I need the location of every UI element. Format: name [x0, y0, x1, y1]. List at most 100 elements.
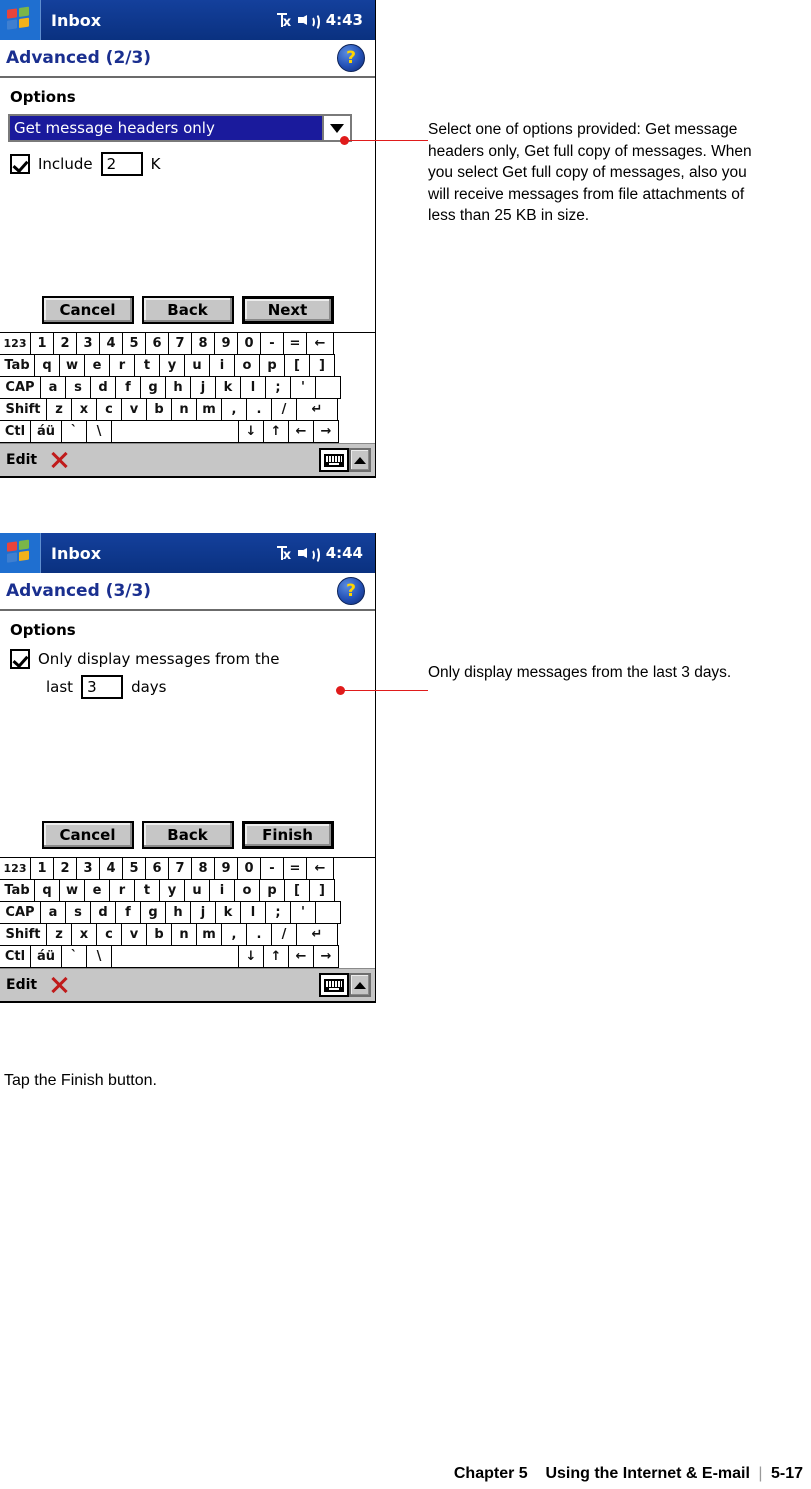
- key-a[interactable]: a: [40, 376, 66, 399]
- key-[interactable]: ': [290, 376, 316, 399]
- key-[interactable]: -: [260, 332, 284, 355]
- key-i[interactable]: i: [209, 879, 235, 902]
- key-p[interactable]: p: [259, 354, 285, 377]
- windows-logo-icon[interactable]: [0, 533, 40, 573]
- cancel-button[interactable]: Cancel: [41, 296, 134, 324]
- key-4[interactable]: 4: [99, 857, 123, 880]
- key-d[interactable]: d: [90, 901, 116, 924]
- key-l[interactable]: l: [240, 901, 266, 924]
- key-CAP[interactable]: CAP: [0, 901, 41, 924]
- windows-logo-icon[interactable]: [0, 0, 40, 40]
- key-j[interactable]: j: [190, 901, 216, 924]
- key-[interactable]: ': [290, 901, 316, 924]
- key-[interactable]: ↑: [263, 420, 289, 443]
- key-o[interactable]: o: [234, 354, 260, 377]
- edit-menu[interactable]: Edit: [6, 977, 37, 993]
- key-[interactable]: ↵: [296, 398, 338, 421]
- key-[interactable]: ↓: [238, 420, 264, 443]
- key-9[interactable]: 9: [214, 857, 238, 880]
- key-m[interactable]: m: [196, 923, 222, 946]
- key-k[interactable]: k: [215, 901, 241, 924]
- key-h[interactable]: h: [165, 376, 191, 399]
- key-[interactable]: [: [284, 879, 310, 902]
- key-5[interactable]: 5: [122, 332, 146, 355]
- key-l[interactable]: l: [240, 376, 266, 399]
- key-[interactable]: ←: [288, 420, 314, 443]
- key-Ctl[interactable]: Ctl: [0, 420, 31, 443]
- key-i[interactable]: i: [209, 354, 235, 377]
- key-[interactable]: -: [260, 857, 284, 880]
- key-m[interactable]: m: [196, 398, 222, 421]
- key-[interactable]: \: [86, 945, 112, 968]
- key-Ctl[interactable]: Ctl: [0, 945, 31, 968]
- key-[interactable]: `: [61, 420, 87, 443]
- key-r[interactable]: r: [109, 879, 135, 902]
- soft-keyboard[interactable]: 123 1 2 3 4 5 6 7 8 9 0- = ← Tab q w e r t y u i o p[] CAP a s d f g h…: [0, 332, 375, 443]
- key-blank[interactable]: [315, 376, 341, 399]
- key-[interactable]: áü: [30, 420, 62, 443]
- key-3[interactable]: 3: [76, 332, 100, 355]
- key-[interactable]: .: [246, 923, 272, 946]
- key-t[interactable]: t: [134, 879, 160, 902]
- key-n[interactable]: n: [171, 398, 197, 421]
- key-j[interactable]: j: [190, 376, 216, 399]
- key-[interactable]: `: [61, 945, 87, 968]
- key-[interactable]: ]: [309, 879, 335, 902]
- key-8[interactable]: 8: [191, 332, 215, 355]
- key-0[interactable]: 0: [237, 332, 261, 355]
- key-[interactable]: ,: [221, 923, 247, 946]
- key-Shift[interactable]: Shift: [0, 923, 47, 946]
- key-u[interactable]: u: [184, 879, 210, 902]
- key-Tab[interactable]: Tab: [0, 354, 35, 377]
- key-z[interactable]: z: [46, 398, 72, 421]
- key-[interactable]: ←: [306, 857, 334, 880]
- back-button[interactable]: Back: [141, 296, 234, 324]
- chevron-up-icon[interactable]: [349, 448, 371, 472]
- key-f[interactable]: f: [115, 901, 141, 924]
- edit-menu[interactable]: Edit: [6, 452, 37, 468]
- key-r[interactable]: r: [109, 354, 135, 377]
- key-[interactable]: ,: [221, 398, 247, 421]
- key-[interactable]: \: [86, 420, 112, 443]
- key-x[interactable]: x: [71, 923, 97, 946]
- key-7[interactable]: 7: [168, 857, 192, 880]
- chevron-up-icon[interactable]: [349, 973, 371, 997]
- key-1[interactable]: 1: [30, 857, 54, 880]
- keyboard-icon[interactable]: [319, 448, 349, 472]
- key-5[interactable]: 5: [122, 857, 146, 880]
- cancel-button[interactable]: Cancel: [41, 821, 134, 849]
- only-display-checkbox[interactable]: [10, 649, 30, 669]
- key-123[interactable]: 123: [0, 332, 31, 355]
- download-mode-dropdown[interactable]: Get message headers only: [8, 114, 352, 142]
- key-6[interactable]: 6: [145, 857, 169, 880]
- key-blank[interactable]: [111, 945, 239, 968]
- key-[interactable]: ↑: [263, 945, 289, 968]
- key-[interactable]: →: [313, 945, 339, 968]
- key-g[interactable]: g: [140, 901, 166, 924]
- key-[interactable]: áü: [30, 945, 62, 968]
- key-[interactable]: ←: [288, 945, 314, 968]
- key-e[interactable]: e: [84, 354, 110, 377]
- help-question-icon[interactable]: ?: [337, 44, 365, 72]
- key-e[interactable]: e: [84, 879, 110, 902]
- key-q[interactable]: q: [34, 879, 60, 902]
- key-blank[interactable]: [315, 901, 341, 924]
- key-[interactable]: ←: [306, 332, 334, 355]
- keyboard-icon[interactable]: [319, 973, 349, 997]
- key-c[interactable]: c: [96, 398, 122, 421]
- key-w[interactable]: w: [59, 879, 85, 902]
- days-input[interactable]: 3: [81, 675, 124, 699]
- key-[interactable]: =: [283, 332, 307, 355]
- key-[interactable]: /: [271, 923, 297, 946]
- key-v[interactable]: v: [121, 398, 147, 421]
- key-[interactable]: ↵: [296, 923, 338, 946]
- key-[interactable]: ;: [265, 376, 291, 399]
- key-g[interactable]: g: [140, 376, 166, 399]
- key-2[interactable]: 2: [53, 332, 77, 355]
- key-h[interactable]: h: [165, 901, 191, 924]
- key-w[interactable]: w: [59, 354, 85, 377]
- key-6[interactable]: 6: [145, 332, 169, 355]
- speaker-icon[interactable]: [297, 12, 320, 31]
- key-s[interactable]: s: [65, 376, 91, 399]
- key-7[interactable]: 7: [168, 332, 192, 355]
